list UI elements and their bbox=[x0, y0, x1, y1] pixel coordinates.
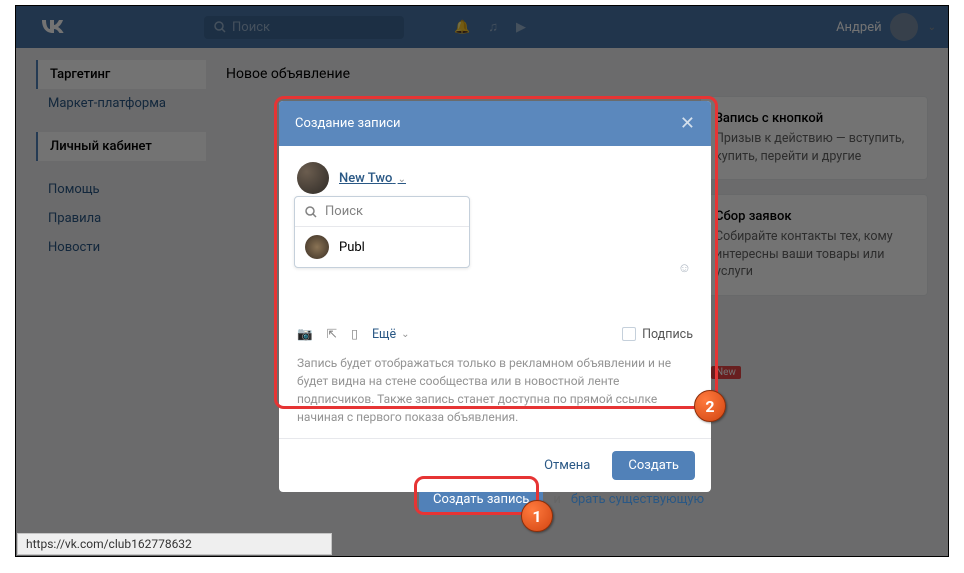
more-attach[interactable]: Ещё ⌄ bbox=[372, 327, 410, 342]
annotation-number-2: 2 bbox=[694, 390, 726, 422]
author-dropdown: Поиск Publ bbox=[294, 196, 470, 268]
emoji-icon[interactable]: ☺ bbox=[678, 260, 691, 276]
create-button[interactable]: Создать bbox=[612, 451, 695, 480]
modal-title: Создание записи bbox=[295, 116, 401, 131]
create-post-modal: Создание записи ✕ New Two ⌄ Поиск Publ ☺ bbox=[279, 101, 711, 492]
info-note: Запись будет отображаться только в рекла… bbox=[297, 354, 693, 426]
or-text: и bbox=[553, 492, 561, 507]
cancel-button[interactable]: Отмена bbox=[532, 452, 602, 479]
search-icon bbox=[305, 206, 317, 218]
dropdown-item[interactable]: Publ bbox=[295, 227, 469, 267]
annotation-number-1: 1 bbox=[521, 500, 553, 532]
doc-icon[interactable]: ▯ bbox=[351, 326, 358, 342]
camera-icon[interactable]: 📷 bbox=[297, 327, 313, 342]
link-icon[interactable]: ⇱ bbox=[327, 326, 337, 342]
signature-label: Подпись bbox=[642, 327, 693, 342]
select-existing-link[interactable]: брать существующую bbox=[571, 492, 704, 507]
checkbox-icon bbox=[622, 327, 636, 341]
status-bar-url: https://vk.com/club162778632 bbox=[17, 533, 332, 555]
close-icon[interactable]: ✕ bbox=[680, 113, 695, 134]
dropdown-item-label: Publ bbox=[339, 240, 365, 255]
dropdown-search[interactable]: Поиск bbox=[295, 197, 469, 227]
community-avatar bbox=[305, 235, 329, 259]
signature-toggle[interactable]: Подпись bbox=[622, 327, 693, 342]
dropdown-search-placeholder: Поиск bbox=[325, 204, 363, 219]
author-avatar bbox=[297, 162, 329, 194]
chevron-down-icon: ⌄ bbox=[401, 329, 409, 340]
author-selector[interactable]: New Two ⌄ bbox=[339, 171, 406, 186]
chevron-down-icon: ⌄ bbox=[398, 174, 406, 185]
